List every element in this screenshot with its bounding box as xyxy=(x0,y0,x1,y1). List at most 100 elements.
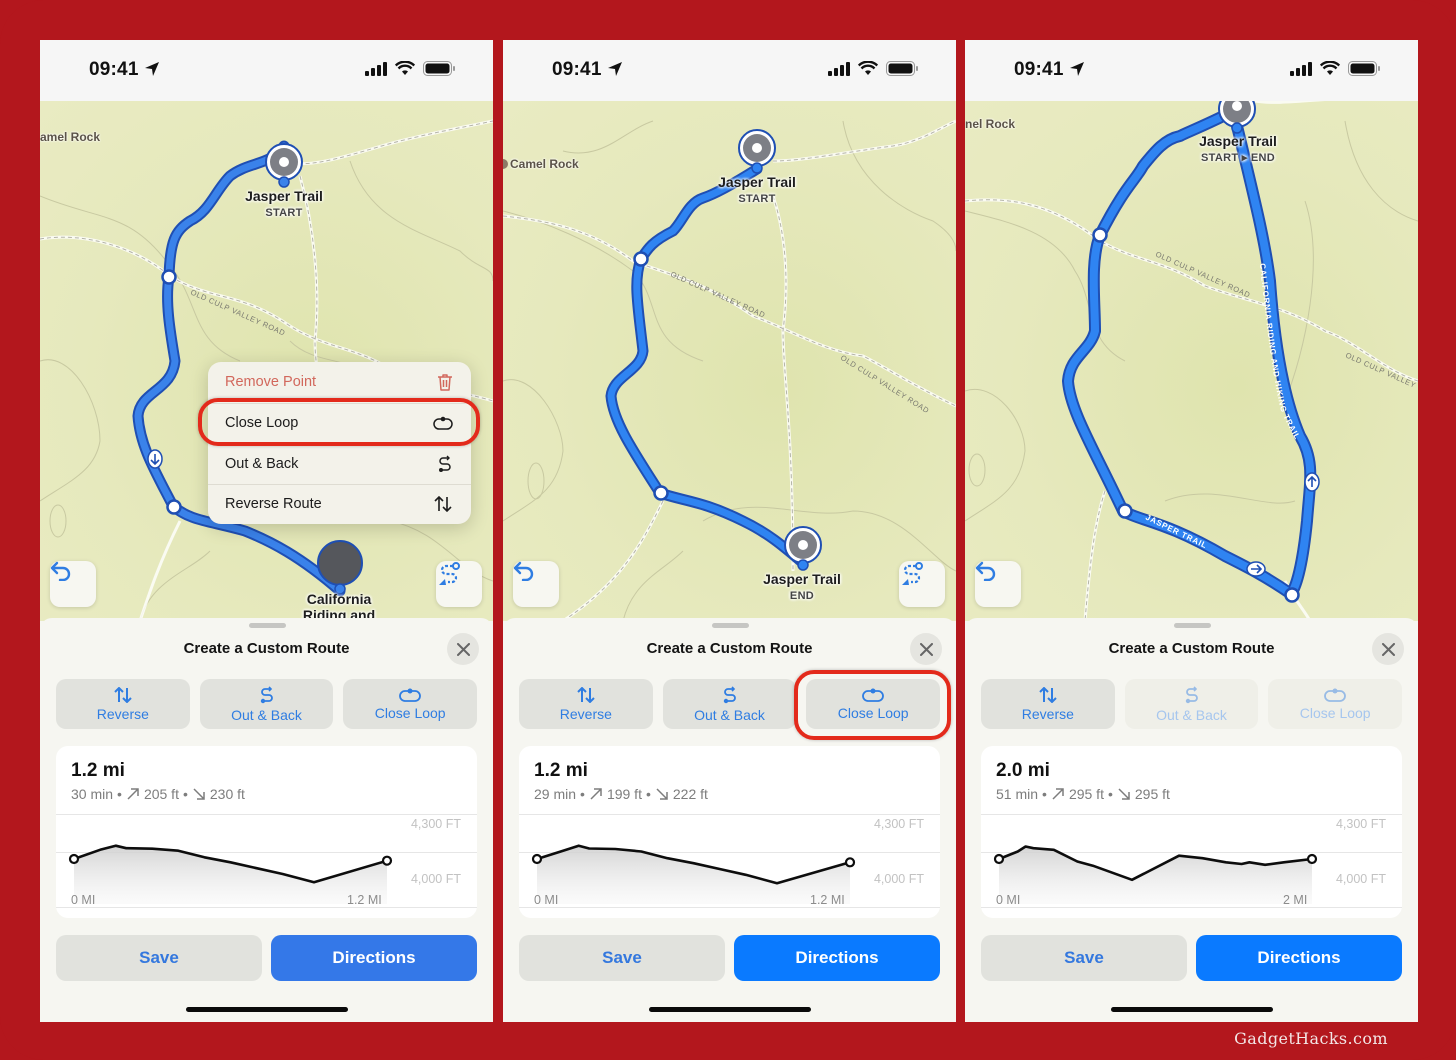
route-waypoint[interactable] xyxy=(1092,227,1108,243)
route-waypoint[interactable] xyxy=(633,251,649,267)
x-tick-label: 2 MI xyxy=(1283,893,1308,907)
reverse-button[interactable]: Reverse xyxy=(56,679,190,729)
route-duration: 51 min xyxy=(996,786,1039,802)
separator-dot: • xyxy=(182,786,188,802)
menu-item-reverse-route[interactable]: Reverse Route xyxy=(208,483,471,525)
signal-icon xyxy=(365,61,387,76)
menu-item-label: Reverse Route xyxy=(225,496,322,513)
save-button[interactable]: Save xyxy=(519,935,725,981)
undo-button[interactable] xyxy=(50,561,96,607)
out-and-back-icon xyxy=(260,685,273,703)
map-view[interactable]: OLD CULP VALLEY ROAD OLD CULP VAL amel R… xyxy=(40,101,493,654)
start-pin-label: Jasper Trail START xyxy=(245,188,323,219)
out-and-back-button[interactable]: Out & Back xyxy=(662,679,797,729)
undo-button[interactable] xyxy=(975,561,1021,607)
start-pin[interactable] xyxy=(265,143,303,188)
clock: 09:41 xyxy=(89,59,139,80)
elevation-start-point xyxy=(993,853,1005,865)
close-icon xyxy=(919,642,933,656)
start-end-pin[interactable] xyxy=(1218,101,1256,134)
reverse-icon xyxy=(114,686,132,703)
route-stats: 30 min • 205 ft • 230 ft xyxy=(71,786,245,802)
phone-screen-1: 09:41 OLD CULP VALLEY ROAD amel Rock Jas… xyxy=(40,40,493,1022)
map-view[interactable]: OLD CULP VALLEY ROAD OLD CULP VALLEY ROA… xyxy=(503,101,956,621)
action-label: Out & Back xyxy=(694,706,765,723)
ascent-arrow-icon xyxy=(1052,788,1064,800)
reverse-button[interactable]: Reverse xyxy=(519,679,653,729)
close-button[interactable] xyxy=(910,633,942,665)
home-indicator[interactable] xyxy=(1110,1007,1273,1012)
phone-screen-3: 09:41 CALIFORNIA RIDING AND HIKING TRAIL… xyxy=(965,40,1418,1022)
x-tick-label: 0 MI xyxy=(996,893,1021,907)
route-waypoint[interactable] xyxy=(1117,503,1133,519)
sheet-grabber[interactable] xyxy=(248,623,286,628)
sheet-grabber[interactable] xyxy=(1173,623,1211,628)
watermark: GadgetHacks.com xyxy=(1234,1029,1388,1048)
close-button[interactable] xyxy=(1372,633,1404,665)
wifi-icon xyxy=(858,61,878,75)
direction-arrow-icon xyxy=(1304,472,1320,492)
action-label: Out & Back xyxy=(231,706,302,723)
close-loop-button[interactable]: Close Loop xyxy=(343,679,478,729)
directions-button[interactable]: Directions xyxy=(734,935,940,981)
route-waypoint[interactable] xyxy=(161,269,177,285)
close-loop-button[interactable]: Close Loop xyxy=(1268,679,1403,729)
route-options-button[interactable] xyxy=(899,561,945,607)
undo-icon xyxy=(513,561,534,581)
home-indicator[interactable] xyxy=(648,1007,811,1012)
y-tick-label: 4,000 FT xyxy=(873,872,924,886)
place-label: amel Rock xyxy=(40,130,101,144)
end-pin[interactable] xyxy=(784,526,822,571)
x-tick-label: 0 MI xyxy=(534,893,559,907)
menu-item-label: Out & Back xyxy=(225,455,299,472)
menu-item-remove-point[interactable]: Remove Point xyxy=(208,362,471,403)
action-label: Reverse xyxy=(96,705,149,722)
place-label: nel Rock xyxy=(965,117,1016,131)
elevation-end-point xyxy=(381,855,393,866)
out-and-back-button[interactable]: Out & Back xyxy=(1124,679,1259,729)
sheet-grabber[interactable] xyxy=(711,623,749,628)
directions-button[interactable]: Directions xyxy=(271,935,477,981)
highlight-ring xyxy=(794,670,951,740)
road-label: OLD CULP VALLEY xyxy=(1344,351,1417,390)
route-ascent: 205 ft xyxy=(143,786,179,802)
save-button[interactable]: Save xyxy=(56,935,262,981)
close-button[interactable] xyxy=(447,633,479,665)
out-and-back-button[interactable]: Out & Back xyxy=(199,679,334,729)
phone-screen-2: 09:41 OLD CULP VALLEY ROAD OLD CULP VALL… xyxy=(503,40,956,1022)
route-options-button[interactable] xyxy=(436,561,482,607)
out-and-back-icon xyxy=(723,685,736,703)
undo-icon xyxy=(50,561,71,581)
home-indicator[interactable] xyxy=(185,1007,348,1012)
route-descent: 295 ft xyxy=(1134,786,1170,802)
route-stats: 51 min • 295 ft • 295 ft xyxy=(996,786,1170,802)
save-button[interactable]: Save xyxy=(981,935,1187,981)
wifi-icon xyxy=(395,61,415,75)
place-label: Camel Rock xyxy=(510,157,579,171)
directions-button[interactable]: Directions xyxy=(1196,935,1402,981)
close-loop-icon xyxy=(1324,688,1347,702)
route-descent: 230 ft xyxy=(209,786,245,802)
descent-arrow-icon xyxy=(193,788,205,800)
location-arrow-icon xyxy=(608,62,622,76)
route-waypoint[interactable] xyxy=(653,485,669,501)
location-arrow-icon xyxy=(145,62,159,76)
route-waypoint[interactable] xyxy=(166,499,182,515)
map-canvas: CALIFORNIA RIDING AND HIKING TRAIL JASPE… xyxy=(965,101,1418,621)
x-tick-label: 1.2 MI xyxy=(347,893,382,907)
elevation-end-point xyxy=(844,857,856,868)
map-view[interactable]: CALIFORNIA RIDING AND HIKING TRAIL JASPE… xyxy=(965,101,1418,621)
start-pin[interactable] xyxy=(738,129,776,174)
route-waypoint[interactable] xyxy=(1284,587,1300,603)
y-tick-label: 4,000 FT xyxy=(410,872,461,886)
sheet-title: Create a Custom Route xyxy=(183,640,350,657)
x-tick-label: 1.2 MI xyxy=(810,893,845,907)
action-label: Reverse xyxy=(1021,705,1074,722)
undo-button[interactable] xyxy=(513,561,559,607)
separator-dot: • xyxy=(645,786,651,802)
menu-item-out-and-back[interactable]: Out & Back xyxy=(208,443,471,484)
reverse-button[interactable]: Reverse xyxy=(981,679,1115,729)
end-pin[interactable] xyxy=(317,540,363,595)
action-label: Close Loop xyxy=(374,704,446,721)
poi-icon xyxy=(503,159,508,169)
